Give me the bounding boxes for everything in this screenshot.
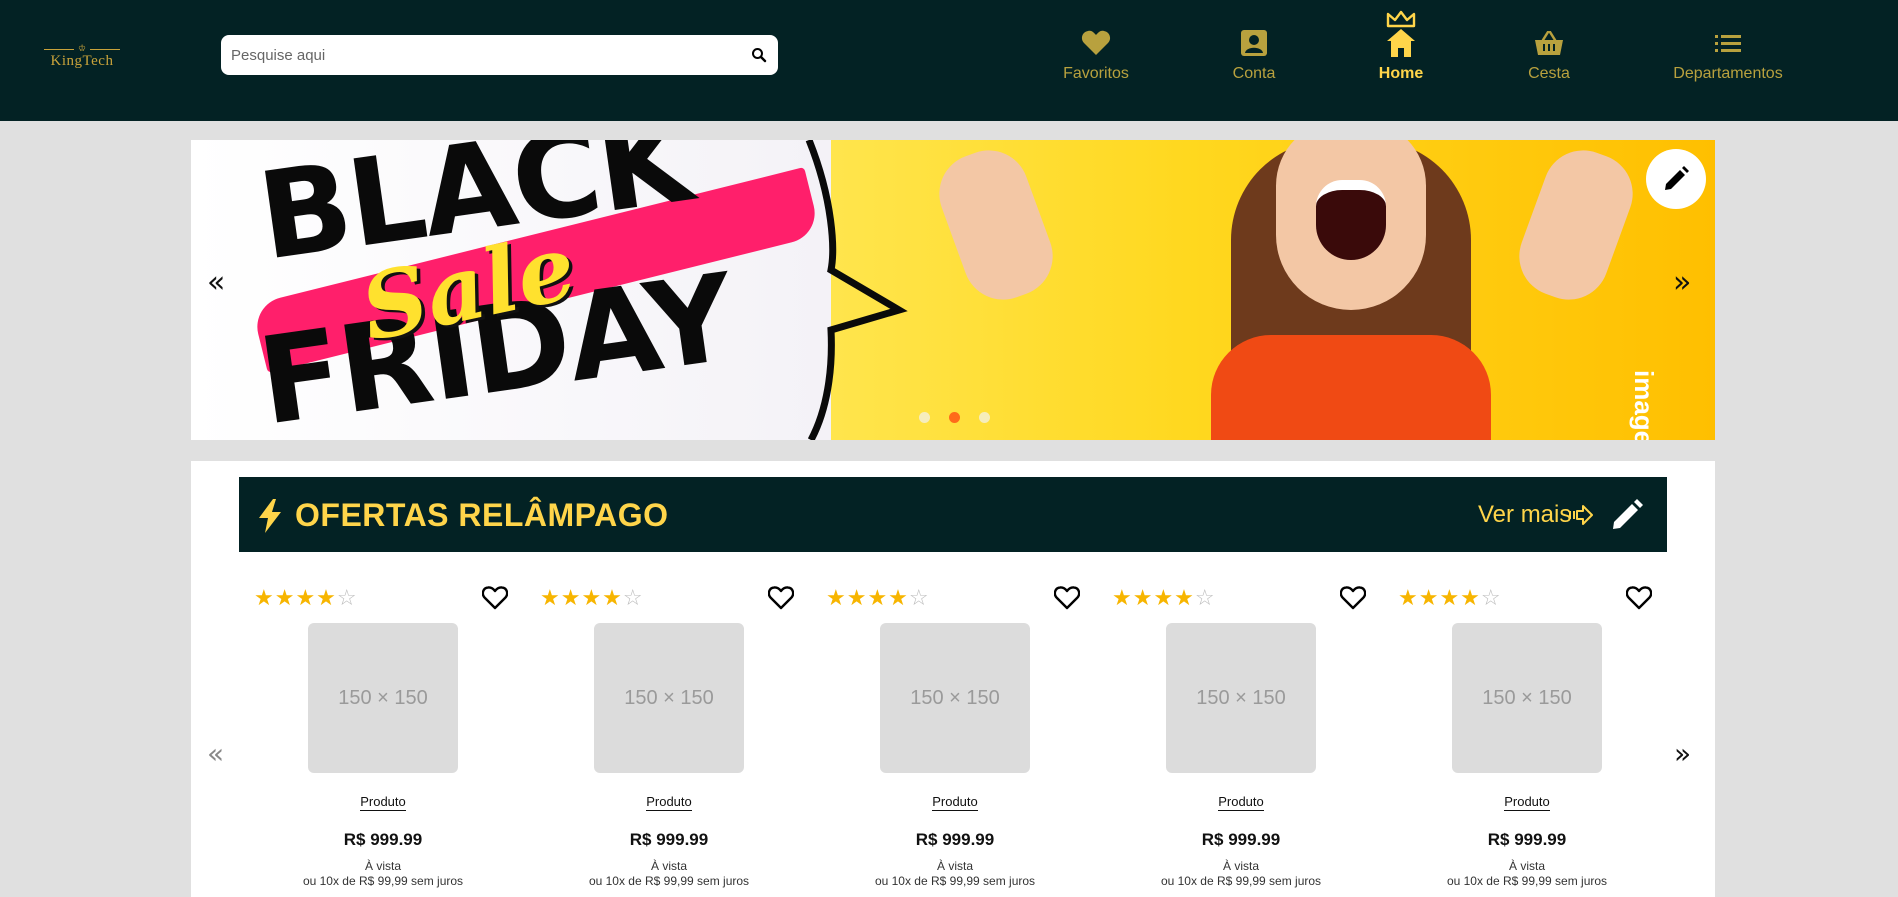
product-name-text[interactable]: Produto [932,794,978,811]
banner-dot-active[interactable] [949,412,960,423]
product-card[interactable]: ★★★★☆ 150 × 150 Produto R$ 999.99 À vist… [254,586,524,897]
product-card[interactable]: ★★★★☆ 150 × 150 Produto R$ 999.99 À vist… [826,586,1096,897]
banner-next-arrow[interactable]: » [1673,265,1691,300]
product-cash-label: À vista [364,859,401,873]
account-icon [1241,30,1267,56]
site-header: ♔ KingTech Favoritos Conta Home [0,0,1898,121]
product-name-text[interactable]: Produto [1504,794,1550,811]
nav-conta[interactable]: Conta [1204,0,1304,121]
logo-rule-left [44,49,74,50]
product-installments: ou 10x de R$ 99,99 sem juros [1446,874,1608,888]
product-price: R$ 999.99 [915,830,995,849]
person-shirt [1211,335,1491,440]
lightning-icon [259,499,281,533]
product-name-text[interactable]: Produto [1218,794,1264,811]
star-rating: ★★★★☆ [1398,586,1502,611]
product-card[interactable]: ★★★★☆ 150 × 150 Produto R$ 999.99 À vist… [1398,586,1668,897]
product-name-text[interactable]: Produto [360,794,406,811]
see-more-link[interactable]: Ver mais [1478,501,1571,529]
search-icon[interactable] [751,47,767,63]
product-image[interactable]: 150 × 150 [594,623,744,773]
nav-favoritos[interactable]: Favoritos [1046,0,1146,121]
crown-icon: ♔ [78,43,87,53]
offers-title: OFERTAS RELÂMPAGO [295,497,669,533]
product-image[interactable]: 150 × 150 [1452,623,1602,773]
nav-label: Conta [1232,65,1276,82]
product-cash-label: À vista [1222,859,1259,873]
pencil-icon [1665,166,1689,190]
product-installments: ou 10x de R$ 99,99 sem juros [874,874,1036,888]
favorite-heart-icon[interactable] [1054,586,1080,610]
heart-icon [1081,30,1111,55]
product-name[interactable]: Produto [1398,794,1656,811]
star-rating: ★★★★☆ [826,586,930,611]
product-name[interactable]: Produto [826,794,1084,811]
offers-prev-arrow[interactable]: « [207,737,224,770]
product-installments: ou 10x de R$ 99,99 sem juros [302,874,464,888]
product-card[interactable]: ★★★★☆ 150 × 150 Produto R$ 999.99 À vist… [1112,586,1382,897]
home-crown-icon [1386,10,1416,57]
offers-header-bar: OFERTAS RELÂMPAGO Ver mais [239,477,1667,552]
star-rating: ★★★★☆ [254,586,358,611]
nav-label: Home [1378,65,1424,82]
nav-cesta[interactable]: Cesta [1499,0,1599,121]
product-name-text[interactable]: Produto [646,794,692,811]
product-price: R$ 999.99 [629,830,709,849]
product-installments: ou 10x de R$ 99,99 sem juros [1160,874,1322,888]
banner-edit-button[interactable] [1646,149,1706,209]
pencil-icon[interactable] [1609,497,1645,533]
banner-prev-arrow[interactable]: « [207,265,225,300]
search-bar [221,35,778,75]
search-input[interactable] [231,43,731,67]
favorite-heart-icon[interactable] [768,586,794,610]
star-rating: ★★★★☆ [540,586,644,611]
banner-dot[interactable] [919,412,930,423]
arrow-right-icon[interactable] [1569,505,1593,525]
flash-offers-section: OFERTAS RELÂMPAGO Ver mais « » ★★★★☆ 150… [191,461,1715,897]
product-installments: ou 10x de R$ 99,99 sem juros [588,874,750,888]
speech-bubble-outline [805,140,908,440]
product-price: R$ 999.99 [1487,830,1567,849]
product-name[interactable]: Produto [1112,794,1370,811]
logo-text: KingTech [50,53,114,69]
product-image[interactable]: 150 × 150 [1166,623,1316,773]
nav-label: Favoritos [1063,65,1129,82]
product-name[interactable]: Produto [254,794,512,811]
product-image[interactable]: 150 × 150 [308,623,458,773]
hero-banner[interactable]: BLACK FRIDAY Sale image « » [191,140,1715,440]
offers-next-arrow[interactable]: » [1674,737,1691,770]
kingtech-logo[interactable]: ♔ KingTech [40,44,124,72]
basket-icon [1535,31,1563,55]
nav-departamentos[interactable]: Departamentos [1663,0,1793,121]
product-name[interactable]: Produto [540,794,798,811]
person-mouth [1316,180,1386,260]
banner-dot[interactable] [979,412,990,423]
nav-home[interactable]: Home [1351,0,1451,121]
product-cash-label: À vista [1508,859,1545,873]
product-cash-label: À vista [936,859,973,873]
list-icon [1715,35,1741,52]
favorite-heart-icon[interactable] [482,586,508,610]
favorite-heart-icon[interactable] [1340,586,1366,610]
star-rating: ★★★★☆ [1112,586,1216,611]
nav-label: Departamentos [1673,65,1783,82]
logo-rule-right [90,49,120,50]
product-price: R$ 999.99 [1201,830,1281,849]
product-cash-label: À vista [650,859,687,873]
product-price: R$ 999.99 [343,830,423,849]
favorite-heart-icon[interactable] [1626,586,1652,610]
banner-side-text: image [1629,370,1659,440]
product-card[interactable]: ★★★★☆ 150 × 150 Produto R$ 999.99 À vist… [540,586,810,897]
nav-label: Cesta [1528,65,1570,82]
product-image[interactable]: 150 × 150 [880,623,1030,773]
